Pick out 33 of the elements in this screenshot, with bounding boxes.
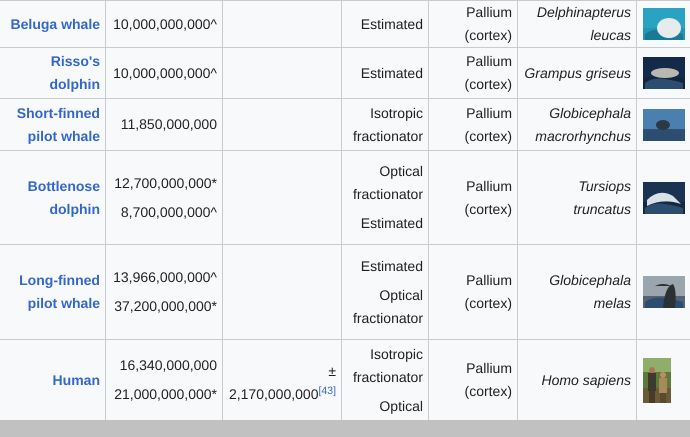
neuron-count: 21,000,000,000* (113, 385, 217, 404)
species-name: Tursiops truncatus (573, 178, 631, 216)
neuron-count: 13,966,000,000^ (112, 268, 217, 287)
neuron-count: 37,200,000,000* (113, 297, 217, 316)
neuron-count: 10,000,000,000^ (112, 14, 217, 34)
region-text: Pallium (cortex) (464, 104, 512, 144)
method-text: Isotropic fractionator (352, 344, 423, 386)
region-text: Pallium (cortex) (464, 360, 512, 399)
species-name: Grampus griseus (524, 64, 631, 80)
horizontal-scrollbar[interactable] (0, 420, 690, 437)
neuron-count: 10,000,000,000^ (112, 64, 217, 82)
method-text: Estimated (360, 214, 423, 233)
neuron-count: 11,850,000,000 (120, 115, 217, 134)
region-text: Pallium (cortex) (464, 53, 512, 92)
method-text: Optical (378, 396, 423, 416)
species-name: Delphinapterus leucas (536, 4, 631, 43)
neuron-count: 12,700,000,000* (113, 174, 217, 192)
region-text: Pallium (cortex) (464, 272, 512, 311)
method-text: Optical fractionator (352, 286, 423, 328)
method-text: Optical fractionator (352, 162, 423, 204)
method-text: Estimated (360, 14, 423, 34)
table-cell-text: 2,170,000,000$^{[43]}$ (228, 384, 336, 404)
region-text: Pallium (cortex) (464, 178, 512, 216)
neuron-count: 16,340,000,000 (118, 356, 217, 375)
species-name: Globicephala macrorhynchus (535, 104, 631, 144)
method-text: Estimated (360, 256, 423, 276)
method-text: Isotropic fractionator (352, 104, 423, 146)
region-text: Pallium (cortex) (464, 4, 512, 43)
species-name: Homo sapiens (542, 372, 631, 388)
neuron-count: 8,700,000,000^ (120, 202, 217, 222)
method-text: Estimated (360, 64, 423, 82)
table-cell-text: ± (328, 362, 336, 381)
species-name: Globicephala melas (549, 272, 631, 311)
